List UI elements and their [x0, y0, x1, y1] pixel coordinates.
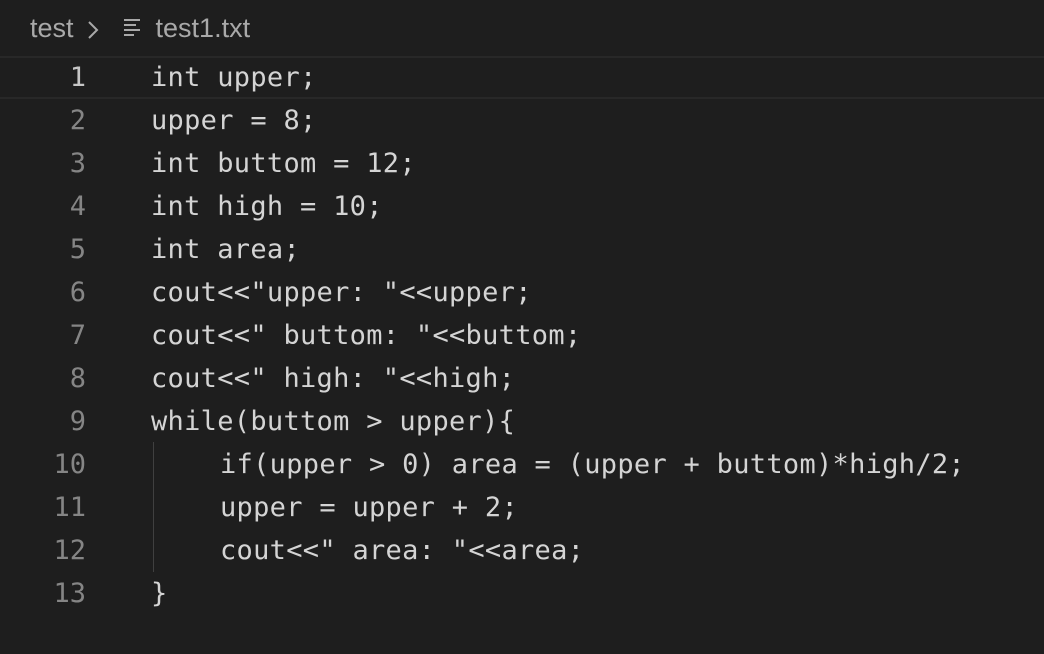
- breadcrumb-folder[interactable]: test: [30, 13, 74, 44]
- line-number: 13: [53, 578, 86, 609]
- line-code[interactable]: cout<<" area: "<<area;: [220, 535, 584, 566]
- code-line[interactable]: 10 if(upper > 0) area = (upper + buttom)…: [0, 443, 1044, 486]
- line-number: 11: [53, 492, 86, 523]
- code-line[interactable]: 1 int upper;: [0, 56, 1044, 99]
- indent-guide: [153, 442, 154, 572]
- code-line[interactable]: 12 cout<<" area: "<<area;: [0, 529, 1044, 572]
- line-code[interactable]: int buttom = 12;: [151, 148, 416, 179]
- line-number: 9: [69, 406, 86, 437]
- code-line[interactable]: 8 cout<<" high: "<<high;: [0, 357, 1044, 400]
- line-number: 12: [53, 535, 86, 566]
- line-code[interactable]: while(buttom > upper){: [151, 406, 515, 437]
- line-code[interactable]: upper = 8;: [151, 105, 317, 136]
- code-line[interactable]: 4 int high = 10;: [0, 185, 1044, 228]
- chevron-right-icon: [84, 14, 104, 42]
- code-editor[interactable]: 1 int upper; 2 upper = 8; 3 int buttom =…: [0, 56, 1044, 654]
- breadcrumb: test test1.txt: [0, 0, 1044, 56]
- code-line[interactable]: 5 int area;: [0, 228, 1044, 271]
- line-number: 2: [69, 105, 86, 136]
- code-line[interactable]: 7 cout<<" buttom: "<<buttom;: [0, 314, 1044, 357]
- code-line[interactable]: 6 cout<<"upper: "<<upper;: [0, 271, 1044, 314]
- line-number: 5: [69, 234, 86, 265]
- line-number: 4: [69, 191, 86, 222]
- code-line[interactable]: 9 while(buttom > upper){: [0, 400, 1044, 443]
- line-code[interactable]: int high = 10;: [151, 191, 383, 222]
- line-code[interactable]: int area;: [151, 234, 300, 265]
- line-code[interactable]: if(upper > 0) area = (upper + buttom)*hi…: [220, 449, 965, 480]
- text-file-icon: [122, 14, 144, 42]
- line-number: 10: [53, 449, 86, 480]
- line-code[interactable]: upper = upper + 2;: [220, 492, 518, 523]
- line-number: 1: [69, 62, 86, 93]
- line-code[interactable]: cout<<"upper: "<<upper;: [151, 277, 532, 308]
- line-number: 8: [69, 363, 86, 394]
- code-line[interactable]: 13 }: [0, 572, 1044, 615]
- line-code[interactable]: }: [151, 578, 168, 609]
- code-line[interactable]: 11 upper = upper + 2;: [0, 486, 1044, 529]
- line-code[interactable]: cout<<" high: "<<high;: [151, 363, 515, 394]
- breadcrumb-file[interactable]: test1.txt: [156, 13, 251, 44]
- line-number: 7: [69, 320, 86, 351]
- line-number: 3: [69, 148, 86, 179]
- code-line[interactable]: 2 upper = 8;: [0, 99, 1044, 142]
- line-code[interactable]: int upper;: [151, 62, 317, 93]
- line-number: 6: [69, 277, 86, 308]
- line-code[interactable]: cout<<" buttom: "<<buttom;: [151, 320, 581, 351]
- code-line[interactable]: 3 int buttom = 12;: [0, 142, 1044, 185]
